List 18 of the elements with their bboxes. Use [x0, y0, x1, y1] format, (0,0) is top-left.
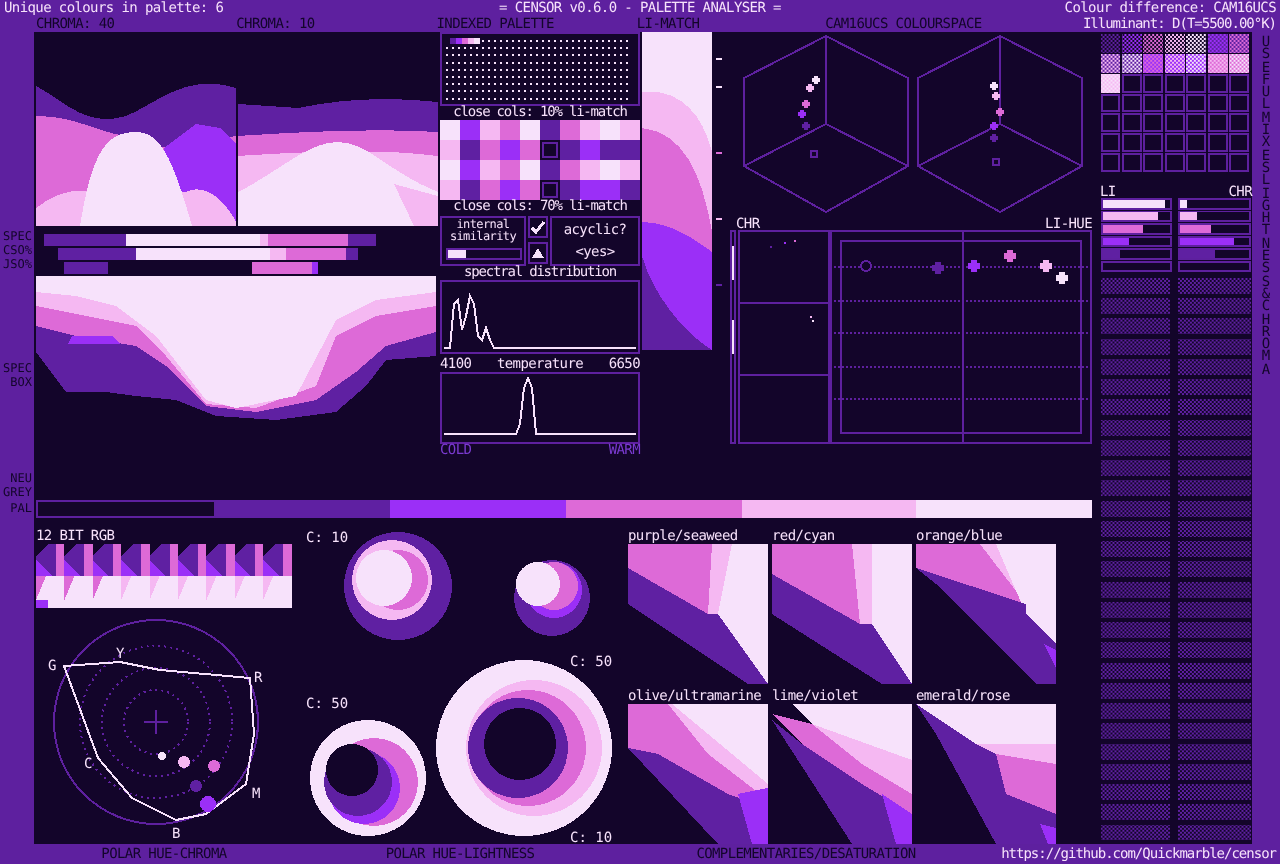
check-icon	[530, 219, 546, 235]
complementary-gradient	[916, 704, 1056, 844]
complementary-gradient	[916, 544, 1056, 684]
complementary-gradient	[772, 544, 912, 684]
hue-lightness-disc	[514, 560, 590, 636]
colour-point	[178, 756, 190, 768]
similarity-checkbox[interactable]	[528, 216, 548, 238]
triangle-button[interactable]	[528, 242, 548, 264]
colour-point	[158, 752, 166, 760]
complementary-gradient	[628, 704, 768, 844]
colour-point	[190, 780, 202, 792]
complementary-gradient	[628, 544, 768, 684]
hue-lightness-ring	[310, 720, 426, 836]
complementary-gradient	[772, 704, 912, 844]
colour-point	[208, 760, 220, 772]
colour-point	[200, 796, 216, 812]
hue-lightness-disc	[344, 532, 452, 640]
triangle-icon	[532, 248, 544, 258]
